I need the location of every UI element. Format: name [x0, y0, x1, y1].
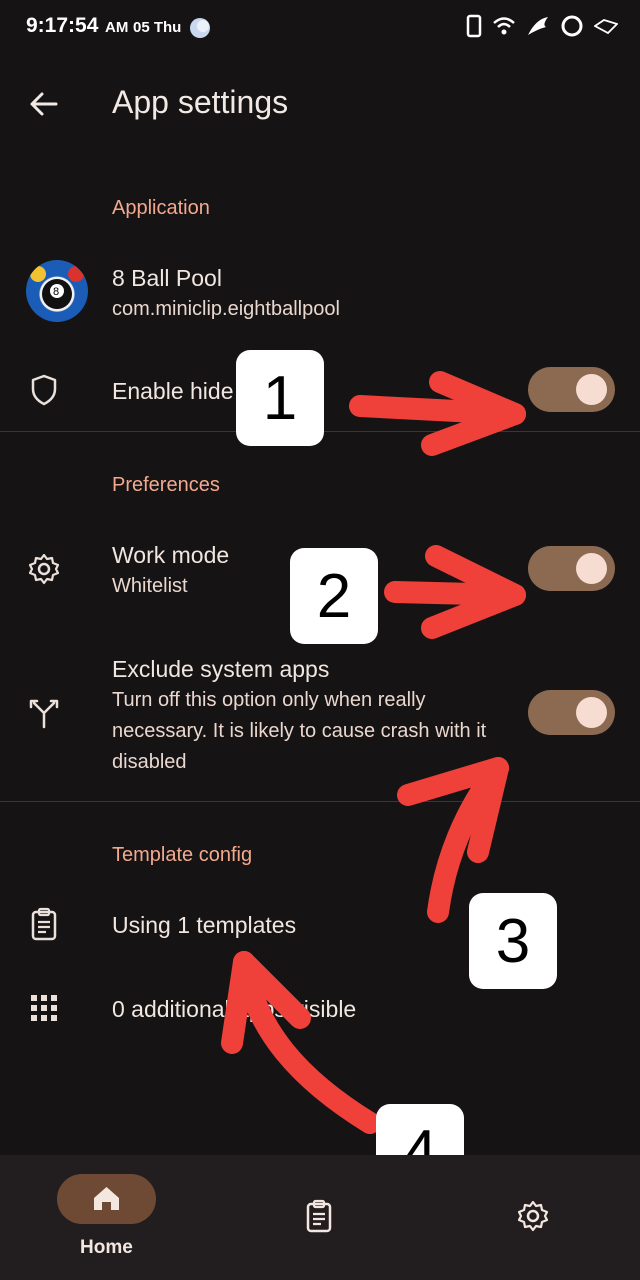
app-name: 8 Ball Pool [112, 265, 222, 291]
status-time: 9:17:54 [26, 14, 99, 37]
nav-clipboard-icon[interactable] [301, 1198, 337, 1234]
phone-icon [466, 14, 482, 38]
eight-ball-icon: 8 [30, 266, 84, 309]
status-ampm: AM [105, 19, 129, 36]
nav-home-button[interactable] [57, 1174, 156, 1224]
annotation-badge-3: 3 [469, 893, 557, 989]
section-preferences: Preferences [112, 474, 220, 496]
section-application: Application [112, 197, 210, 219]
app-icon: 8 [26, 260, 88, 322]
fork-arrows-icon [29, 699, 59, 729]
annotation-badge-1: 1 [236, 350, 324, 446]
nav-settings-icon[interactable] [515, 1198, 551, 1234]
exclude-system-label: Exclude system apps [112, 656, 330, 682]
page-title: App settings [112, 84, 289, 120]
templates-label[interactable]: Using 1 templates [112, 912, 296, 939]
status-date: 05 Thu [133, 19, 182, 36]
status-icons [466, 14, 618, 38]
enable-hide-label: Enable hide [112, 378, 234, 404]
shield-icon [31, 374, 57, 406]
exclude-system-description: Turn off this option only when really ne… [112, 689, 487, 773]
work-mode-switch[interactable] [528, 546, 615, 591]
app-package: com.miniclip.eightballpool [112, 298, 340, 320]
gear-icon [28, 553, 60, 585]
ring-icon [561, 15, 583, 37]
work-mode-value: Whitelist [112, 575, 188, 597]
switch-knob [576, 553, 607, 584]
home-icon [94, 1187, 119, 1210]
clipboard-icon[interactable] [26, 906, 62, 942]
apps-grid-icon [31, 995, 57, 1021]
work-mode-label: Work mode [112, 542, 230, 568]
nav-home-label[interactable]: Home [80, 1237, 133, 1259]
switch-knob [576, 697, 607, 728]
wifi-icon [493, 17, 515, 35]
rog-icon [594, 19, 618, 35]
switch-knob [576, 374, 607, 405]
section-template-config: Template config [112, 844, 253, 866]
weather-icon [190, 18, 210, 38]
annotation-badge-2: 2 [290, 548, 378, 644]
svg-text:8: 8 [53, 286, 59, 298]
exclude-system-switch[interactable] [528, 690, 615, 735]
additional-apps-label[interactable]: 0 additional apps visible [112, 996, 356, 1023]
enable-hide-switch[interactable] [528, 367, 615, 412]
divider [0, 801, 640, 802]
back-arrow-icon[interactable] [26, 86, 62, 122]
wing-icon [528, 17, 548, 35]
